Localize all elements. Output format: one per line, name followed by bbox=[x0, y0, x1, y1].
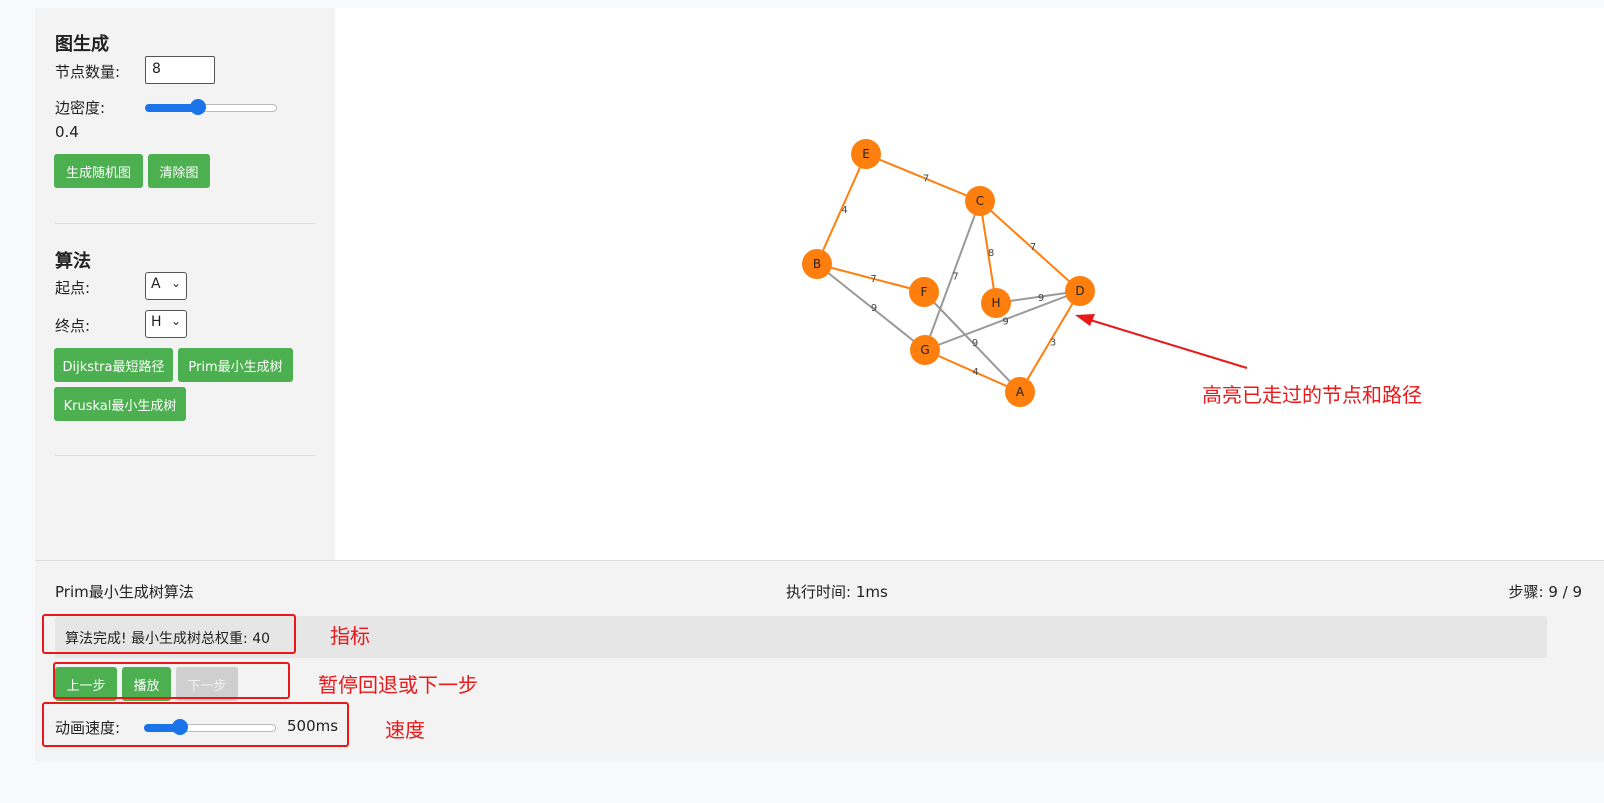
graph-node-label: D bbox=[1075, 284, 1084, 298]
graph-node-E[interactable]: E bbox=[851, 139, 881, 169]
edge-weight-label: 7 bbox=[952, 272, 958, 283]
chevron-down-icon: ⌄ bbox=[170, 314, 181, 328]
app-window: 图生成 节点数量: 8 边密度: 0.4 生成随机图 清除图 算法 起点: A ⌄… bbox=[35, 8, 1604, 761]
annotation-step-note: 暂停回退或下一步 bbox=[318, 673, 478, 697]
divider bbox=[55, 455, 315, 456]
generate-graph-button[interactable]: 生成随机图 bbox=[54, 154, 143, 188]
density-label: 边密度: bbox=[55, 99, 106, 117]
annotation-arrow bbox=[1075, 314, 1248, 369]
status-panel: Prim最小生成树算法 执行时间: 1ms 步骤: 9 / 9 算法完成! 最小… bbox=[35, 560, 1604, 761]
end-node-label: 终点: bbox=[55, 317, 91, 335]
sidebar: 图生成 节点数量: 8 边密度: 0.4 生成随机图 清除图 算法 起点: A ⌄… bbox=[35, 8, 335, 560]
step-counter: 步骤: 9 / 9 bbox=[1508, 583, 1583, 601]
annotation-box-steps bbox=[53, 662, 290, 699]
graph-node-B[interactable]: B bbox=[802, 249, 832, 279]
graph-node-label: F bbox=[921, 285, 928, 299]
density-value: 0.4 bbox=[55, 123, 79, 141]
graph-node-D[interactable]: D bbox=[1065, 276, 1095, 306]
density-slider[interactable] bbox=[145, 99, 277, 115]
edge-weight-label: 4 bbox=[972, 367, 978, 378]
graph-gen-heading: 图生成 bbox=[55, 34, 109, 55]
graph-svg: 7 4 8 7 7 7 9 9 9 9 4 3 A B C D E F G H bbox=[802, 139, 1248, 407]
edge-weight-label: 3 bbox=[1050, 338, 1056, 349]
graph-node-label: E bbox=[862, 147, 870, 161]
node-count-label: 节点数量: bbox=[55, 63, 121, 81]
annotation-highlight-note: 高亮已走过的节点和路径 bbox=[1202, 383, 1422, 407]
graph-node-label: H bbox=[991, 296, 1000, 310]
algorithm-heading: 算法 bbox=[55, 251, 91, 272]
start-node-value: A bbox=[151, 276, 161, 292]
start-node-label: 起点: bbox=[55, 279, 91, 297]
edge-weight-label: 7 bbox=[923, 174, 929, 185]
chevron-down-icon: ⌄ bbox=[170, 276, 181, 290]
annotation-arrow-line bbox=[1086, 318, 1248, 369]
annotation-box-metrics bbox=[42, 614, 296, 654]
graph-node-label: C bbox=[976, 194, 984, 208]
edge-weight-label: 9 bbox=[1002, 317, 1008, 328]
annotation-metrics-note: 指标 bbox=[330, 624, 370, 648]
graph-node-H[interactable]: H bbox=[981, 288, 1011, 318]
graph-node-F[interactable]: F bbox=[909, 277, 939, 307]
clear-graph-button[interactable]: 清除图 bbox=[148, 154, 210, 188]
graph-node-C[interactable]: C bbox=[965, 186, 995, 216]
edge-weight-label: 9 bbox=[972, 338, 978, 349]
graph-node-G[interactable]: G bbox=[910, 335, 940, 365]
dijkstra-button[interactable]: Dijkstra最短路径 bbox=[54, 348, 173, 382]
exec-time: 执行时间: 1ms bbox=[786, 583, 888, 601]
graph-node-label: G bbox=[920, 343, 929, 357]
graph-node-label: A bbox=[1016, 385, 1025, 399]
annotation-box-speed bbox=[42, 702, 349, 747]
kruskal-button[interactable]: Kruskal最小生成树 bbox=[54, 387, 186, 421]
annotation-speed-note: 速度 bbox=[385, 718, 425, 742]
node-count-input[interactable]: 8 bbox=[145, 56, 215, 84]
graph-canvas[interactable]: 7 4 8 7 7 7 9 9 9 9 4 3 A B C D E F G H 高亮已走过的节点和路径 bbox=[335, 8, 1604, 560]
divider bbox=[55, 223, 315, 224]
edge-weight-label: 9 bbox=[871, 303, 877, 314]
graph-node-label: B bbox=[813, 257, 821, 271]
prim-button[interactable]: Prim最小生成树 bbox=[178, 348, 293, 382]
edge-weight-label: 8 bbox=[988, 248, 994, 259]
algorithm-name: Prim最小生成树算法 bbox=[55, 583, 194, 601]
end-node-select[interactable]: H ⌄ bbox=[145, 310, 187, 338]
density-slider-thumb[interactable] bbox=[189, 99, 206, 115]
edge-weight-label: 7 bbox=[870, 274, 876, 285]
edge-weight-label: 9 bbox=[1038, 293, 1044, 304]
edge-weight-label: 4 bbox=[841, 205, 847, 216]
start-node-select[interactable]: A ⌄ bbox=[145, 272, 187, 300]
graph-node-A[interactable]: A bbox=[1005, 377, 1035, 407]
end-node-value: H bbox=[151, 314, 162, 330]
edge-weight-label: 7 bbox=[1030, 242, 1036, 253]
annotation-arrow-head bbox=[1075, 314, 1095, 326]
